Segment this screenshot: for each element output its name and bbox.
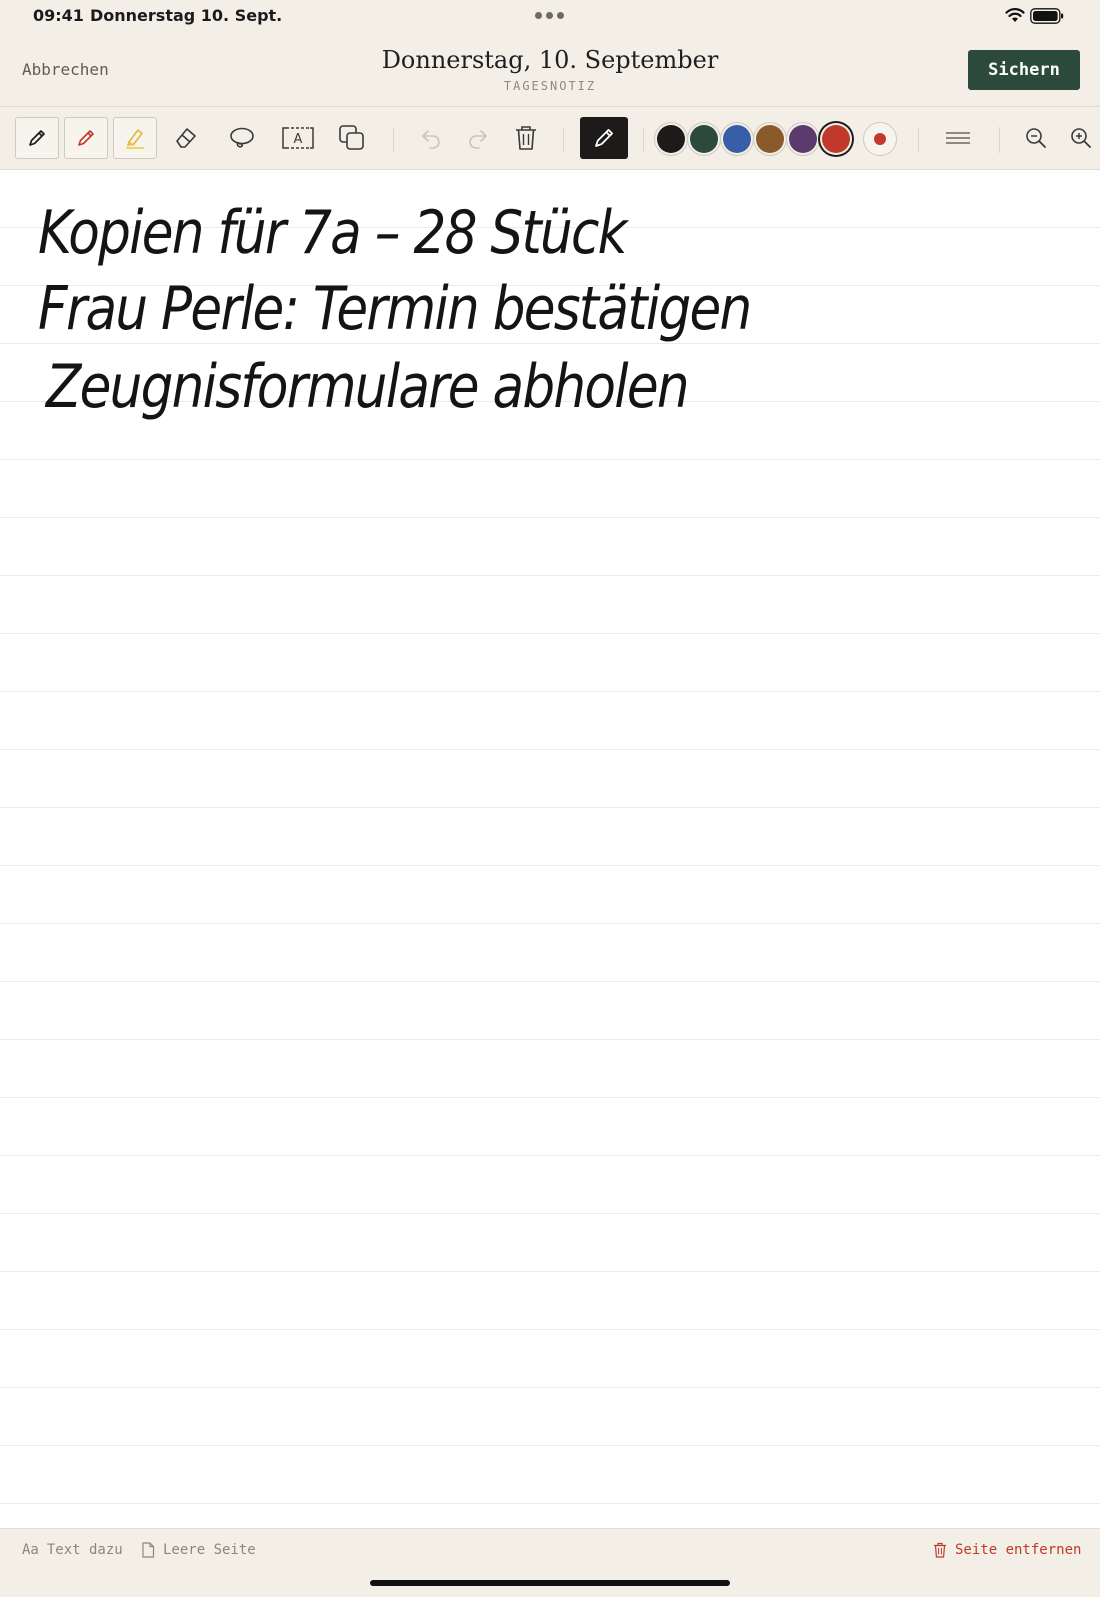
active-pen-icon: [595, 129, 613, 147]
blank-page-button[interactable]: Leere Seite: [141, 1542, 256, 1558]
line-style-button[interactable]: [936, 117, 980, 159]
handwritten-line: Frau Perle: Termin bestätigen: [38, 274, 752, 344]
zoom-out-button[interactable]: [1014, 117, 1058, 159]
handwritten-line: Kopien für 7a – 28 Stück: [38, 198, 628, 268]
text-format-icon: Aa: [22, 1542, 39, 1558]
delete-strokes-button[interactable]: [504, 117, 548, 159]
note-header: Abbrechen Donnerstag, 10. September TAGE…: [0, 34, 1100, 107]
home-indicator[interactable]: [370, 1580, 730, 1586]
redo-icon: [469, 130, 487, 149]
zoom-in-icon: [1071, 128, 1091, 148]
blank-page-label: Leere Seite: [163, 1542, 256, 1558]
highlighter-icon: [126, 129, 144, 149]
text-box-tool-button[interactable]: A: [276, 117, 320, 159]
zoom-in-button[interactable]: [1062, 117, 1100, 159]
cancel-button[interactable]: Abbrechen: [22, 60, 109, 79]
eraser-tool-button[interactable]: [164, 117, 208, 159]
text-box-glyph: A: [294, 132, 303, 147]
active-pen-button[interactable]: [580, 117, 628, 159]
highlighter-tool-button[interactable]: [113, 117, 157, 159]
color-swatch[interactable]: [657, 125, 685, 153]
status-time: 09:41: [33, 6, 84, 25]
stroke-size-dot: [874, 133, 886, 145]
page-actions-bar: Aa Text dazu Leere Seite Seite entfernen: [0, 1528, 1100, 1597]
toolbar-separator: [999, 127, 1000, 153]
status-bar: 09:41 Donnerstag 10. Sept.: [0, 0, 1100, 34]
eraser-icon: [176, 128, 196, 148]
trash-icon: [516, 126, 536, 150]
undo-icon: [422, 130, 440, 149]
remove-page-button[interactable]: Seite entfernen: [933, 1542, 1081, 1558]
page-title: Donnerstag, 10. September: [381, 46, 719, 74]
pen-tool-button[interactable]: [15, 117, 59, 159]
remove-page-label: Seite entfernen: [955, 1542, 1082, 1558]
multitasking-dots-icon[interactable]: [535, 12, 565, 20]
toolbar-separator: [563, 127, 564, 153]
document-icon: [142, 1542, 155, 1558]
save-button[interactable]: Sichern: [968, 50, 1080, 90]
red-pen-tool-button[interactable]: [64, 117, 108, 159]
red-pen-icon: [78, 130, 94, 146]
page-subtitle: TAGESNOTIZ: [503, 79, 597, 93]
redo-button[interactable]: [456, 117, 500, 159]
trash-icon: [934, 1542, 946, 1558]
text-box-icon: A: [282, 127, 314, 149]
toolbar-separator: [393, 127, 394, 153]
color-swatch[interactable]: [822, 125, 850, 153]
wifi-icon: [1005, 8, 1025, 22]
zoom-out-icon: [1026, 128, 1046, 148]
stroke-size-button[interactable]: [863, 122, 897, 156]
toolbar-separator: [918, 127, 919, 153]
battery-icon: [1030, 8, 1064, 24]
add-text-button[interactable]: Aa Text dazu: [22, 1542, 123, 1558]
undo-button[interactable]: [409, 117, 453, 159]
handwritten-line: Zeugnisformulare abholen: [46, 352, 690, 422]
color-swatch[interactable]: [690, 125, 718, 153]
pen-icon: [29, 130, 45, 146]
drawing-toolbar: A: [0, 107, 1100, 170]
color-swatch[interactable]: [723, 125, 751, 153]
add-text-label: Text dazu: [46, 1542, 123, 1558]
lasso-tool-button[interactable]: [220, 117, 264, 159]
toolbar-separator: [643, 127, 644, 153]
shapes-tool-button[interactable]: [330, 117, 374, 159]
note-canvas[interactable]: Kopien für 7a – 28 Stück Frau Perle: Ter…: [0, 170, 1100, 1528]
lasso-icon: [230, 127, 254, 148]
status-date: Donnerstag 10. Sept.: [90, 6, 283, 25]
shapes-icon: [339, 125, 364, 150]
color-swatch[interactable]: [789, 125, 817, 153]
line-style-icon: [946, 132, 970, 144]
color-swatch[interactable]: [756, 125, 784, 153]
